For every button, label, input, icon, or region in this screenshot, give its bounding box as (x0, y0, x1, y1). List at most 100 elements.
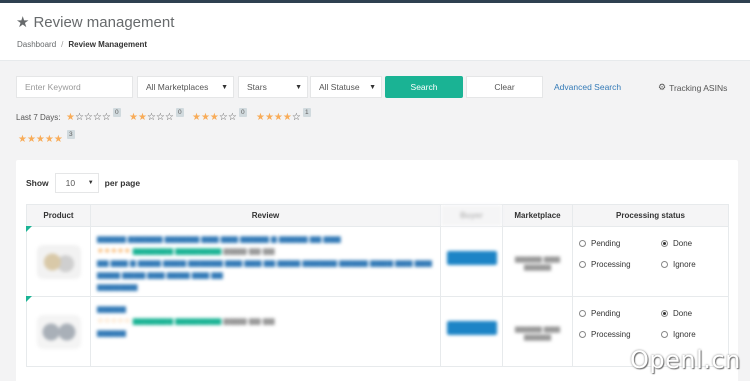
status-select-value: All Statuse (319, 82, 360, 92)
status-ignore-option[interactable]: Ignore (661, 330, 731, 339)
marketplace-cell: ▆▆▆▆▆ ▆▆▆ ▆▆▆▆▆ (502, 296, 573, 367)
review-body-continued: ▆▆▆▆▆▆▆ (97, 282, 138, 291)
status-ignore-label: Ignore (673, 330, 696, 339)
count-badge: 0 (113, 108, 121, 117)
column-header-review[interactable]: Review (90, 204, 441, 227)
advanced-search-link[interactable]: Advanced Search (554, 82, 621, 92)
keyword-input[interactable]: Enter Keyword (16, 76, 133, 98)
review-title-link[interactable]: ▆▆▆▆▆ ▆▆▆▆▆▆ ▆▆▆▆▆▆ ▆▆▆ ▆▆▆ ▆▆▆▆▆ ▆ ▆▆▆▆… (97, 233, 434, 245)
filter-bar: Enter Keyword All Marketplaces ▼ Stars ▼… (16, 76, 738, 100)
buyer-button[interactable] (446, 321, 497, 335)
star-rating-4-icon: ★★★★☆ (256, 112, 301, 123)
review-cell: ▆▆▆▆▆ ▆▆▆▆▆▆ ▆▆▆▆▆▆ ▆▆▆ ▆▆▆ ▆▆▆▆▆ ▆ ▆▆▆▆… (90, 226, 441, 297)
status-processing-option[interactable]: Processing (579, 260, 661, 269)
show-label: Show (26, 178, 49, 188)
status-processing-label: Processing (591, 260, 631, 269)
column-header-product[interactable]: Product (26, 204, 91, 227)
review-stars-icon: ☆☆☆☆☆ (97, 316, 131, 325)
watermark-logo: Openl.cn (630, 346, 741, 374)
product-thumbnail[interactable] (36, 315, 81, 349)
marketplace-select-value: All Marketplaces (146, 82, 209, 92)
product-cell (26, 226, 91, 297)
status-done-label: Done (673, 239, 693, 248)
review-title-link[interactable]: ▆▆▆▆▆ (97, 303, 434, 315)
table-row: ▆▆▆▆▆ ▆▆▆▆▆▆ ▆▆▆▆▆▆ ▆▆▆ ▆▆▆ ▆▆▆▆▆ ▆ ▆▆▆▆… (26, 226, 729, 297)
radio-selected-icon[interactable] (661, 310, 668, 317)
marketplace-value: ▆▆▆▆▆ ▆▆▆ ▆▆▆▆▆ (514, 326, 560, 341)
table-header-row: Product Review Buyer Marketplace Process… (26, 204, 729, 227)
status-radio-group: Pending Done Processing Ignore (579, 309, 728, 339)
caret-down-icon: ▼ (87, 180, 94, 186)
column-header-marketplace[interactable]: Marketplace (502, 204, 573, 227)
review-cell: ▆▆▆▆▆ ☆☆☆☆☆ ▆▆▆▆▆▆▆ ▆▆▆▆▆▆▆▆ ▆▆▆▆-▆▆-▆▆ … (90, 296, 441, 367)
marketplace-select[interactable]: All Marketplaces ▼ (137, 76, 234, 98)
status-pending-label: Pending (591, 239, 621, 248)
review-date: ▆▆▆▆-▆▆-▆▆ (223, 246, 275, 255)
tracking-asins-label: Tracking ASINs (669, 82, 728, 93)
breadcrumb-current: Review Management (68, 40, 148, 49)
star-icon: ★ (16, 14, 30, 31)
star-rating-2-icon: ★★☆☆☆ (129, 112, 174, 123)
verified-purchase-tag: ▆▆▆▆▆▆▆ ▆▆▆▆▆▆▆▆ (132, 246, 222, 255)
status-ignore-option[interactable]: Ignore (661, 260, 731, 269)
search-button[interactable]: Search (385, 76, 463, 98)
status-done-label: Done (673, 309, 693, 318)
star-rating-1-icon: ★☆☆☆☆ (66, 112, 111, 123)
radio-selected-icon[interactable] (661, 240, 668, 247)
status-select[interactable]: All Statuse ▼ (310, 76, 382, 98)
radio-icon[interactable] (579, 240, 586, 247)
status-processing-option[interactable]: Processing (579, 330, 661, 339)
radio-icon[interactable] (579, 261, 586, 268)
count-badge: 0 (176, 108, 184, 117)
column-header-buyer[interactable]: Buyer (440, 204, 503, 227)
review-date: ▆▆▆▆-▆▆-▆▆ (223, 316, 275, 325)
status-done-option[interactable]: Done (661, 239, 731, 248)
radio-icon[interactable] (579, 331, 586, 338)
column-header-processing-status[interactable]: Processing status (572, 204, 729, 227)
caret-down-icon: ▼ (295, 84, 302, 91)
row-marker (26, 296, 32, 302)
breadcrumb: Dashboard / Review Management (17, 40, 147, 49)
review-content: ▆▆▆▆▆ ▆▆▆▆▆▆ ▆▆▆▆▆▆ ▆▆▆ ▆▆▆ ▆▆▆▆▆ ▆ ▆▆▆▆… (91, 227, 440, 293)
breadcrumb-dashboard[interactable]: Dashboard (17, 40, 56, 49)
clear-button[interactable]: Clear (466, 76, 543, 98)
product-thumbnail[interactable] (36, 245, 81, 279)
status-ignore-label: Ignore (673, 260, 696, 269)
tracking-asins-link[interactable]: ⚙ Tracking ASINs (658, 82, 727, 93)
product-cell (26, 296, 91, 367)
page-size-control: Show 10 ▼ per page (26, 173, 140, 193)
count-badge: 1 (303, 108, 311, 117)
marketplace-cell: ▆▆▆▆▆ ▆▆▆ ▆▆▆▆▆ (502, 226, 573, 297)
status-processing-label: Processing (591, 330, 631, 339)
review-content: ▆▆▆▆▆ ☆☆☆☆☆ ▆▆▆▆▆▆▆ ▆▆▆▆▆▆▆▆ ▆▆▆▆-▆▆-▆▆ … (91, 297, 440, 339)
page-title-text: Review management (33, 14, 175, 31)
last-7-days-label: Last 7 Days: (16, 113, 61, 122)
stars-select-value: Stars (247, 82, 267, 92)
row-marker (26, 226, 32, 232)
radio-icon[interactable] (661, 331, 668, 338)
star-rating-5-icon: ★★★★★ (18, 134, 63, 145)
review-body: ▆▆ ▆▆▆ ▆ ▆▆▆▆ ▆▆▆▆ ▆▆▆▆▆▆ ▆▆▆ ▆▆▆ ▆▆ ▆▆▆… (97, 258, 432, 279)
count-badge: 0 (239, 108, 247, 117)
count-badge: 3 (67, 130, 75, 139)
radio-icon[interactable] (661, 261, 668, 268)
gear-icon: ⚙ (658, 82, 667, 92)
review-stars-icon: ★★★★★ (97, 246, 131, 255)
breadcrumb-separator: / (61, 40, 64, 49)
buyer-button[interactable] (446, 251, 497, 265)
stars-select[interactable]: Stars ▼ (238, 76, 308, 98)
caret-down-icon: ▼ (369, 84, 376, 91)
radio-icon[interactable] (579, 310, 586, 317)
status-pending-option[interactable]: Pending (579, 239, 661, 248)
page-size-value: 10 (65, 178, 76, 188)
page-title: ★ Review management (16, 15, 174, 30)
status-radio-group: Pending Done Processing Ignore (579, 239, 728, 269)
reviews-table: Product Review Buyer Marketplace Process… (26, 204, 729, 367)
status-pending-label: Pending (591, 309, 621, 318)
page-header: ★ Review management Dashboard / Review M… (0, 3, 750, 61)
caret-down-icon: ▼ (221, 84, 228, 91)
status-pending-option[interactable]: Pending (579, 309, 661, 318)
page-size-select[interactable]: 10 ▼ (54, 173, 99, 193)
verified-purchase-tag: ▆▆▆▆▆▆▆ ▆▆▆▆▆▆▆▆ (132, 316, 222, 325)
status-done-option[interactable]: Done (661, 309, 731, 318)
